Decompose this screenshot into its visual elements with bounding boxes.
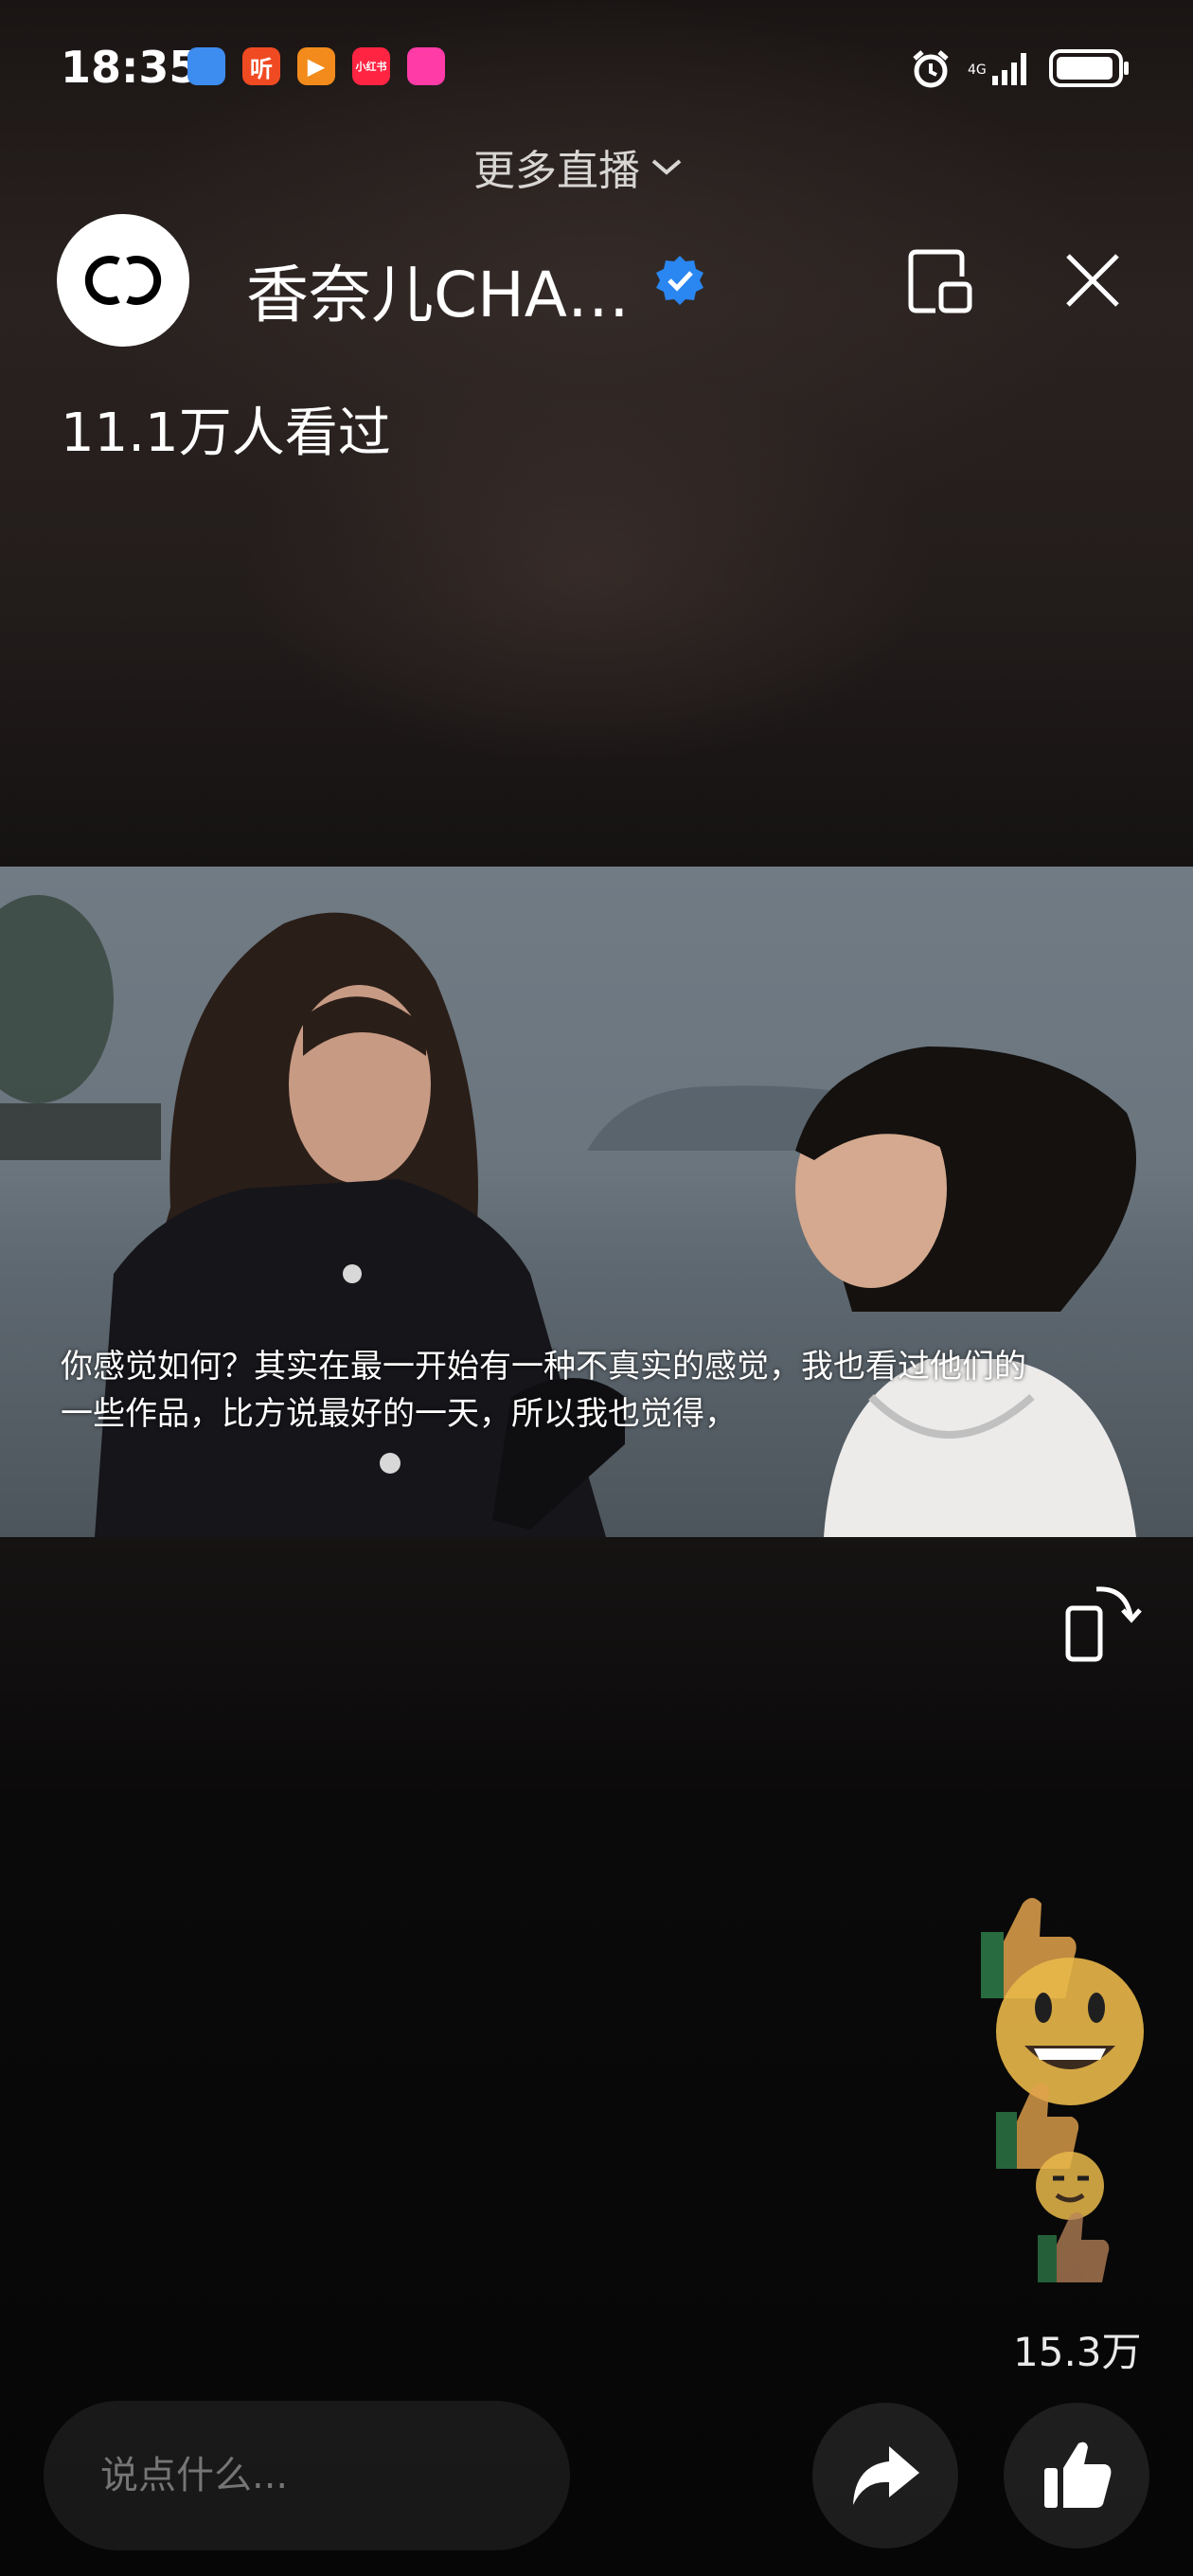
subtitle-line-1: 你感觉如何？其实在最一开始有一种不真实的感觉，我也看过他们的 (61, 1348, 1026, 1386)
channel-avatar[interactable] (57, 214, 189, 347)
chevron-down-icon (651, 159, 682, 175)
share-button[interactable] (812, 2403, 958, 2549)
winking-face-icon (1036, 2152, 1104, 2220)
verified-icon (656, 256, 703, 305)
rotate-screen-button[interactable] (1059, 1582, 1144, 1667)
picture-in-picture-button[interactable] (907, 248, 975, 316)
floating-reactions (981, 1898, 1144, 2282)
listen-app-badge: 听 (242, 47, 280, 85)
svg-text:4G: 4G (968, 63, 987, 78)
like-button[interactable] (1004, 2403, 1149, 2549)
more-live-dropdown[interactable]: 更多直播 (473, 136, 684, 197)
grinning-face-icon (996, 1958, 1144, 2105)
video-subtitle: 你感觉如何？其实在最一开始有一种不真实的感觉，我也看过他们的 一些作品，比方说最… (61, 1343, 1140, 1438)
thumbs-up-icon (1038, 2212, 1110, 2282)
xiaohongshu-app-badge: 小红书 (352, 47, 390, 85)
thumbs-up-icon (1044, 2442, 1112, 2508)
channel-name[interactable]: 香奈儿CHA… (246, 244, 630, 335)
close-icon[interactable] (1062, 250, 1123, 311)
subtitle-line-2: 一些作品，比方说最好的一天，所以我也觉得， (61, 1395, 737, 1433)
status-time: 18:35 (61, 42, 200, 93)
video-app-badge: ▶ (297, 47, 335, 85)
viewer-count: 11.1万人看过 (61, 402, 391, 464)
likes-count: 15.3万 (1013, 2329, 1142, 2375)
share-icon (853, 2446, 919, 2505)
more-live-label: 更多直播 (473, 147, 640, 195)
chanel-logo-icon (84, 256, 162, 305)
shopping-app-badge (407, 47, 445, 85)
battery-icon (1049, 49, 1129, 87)
browser-app-badge (187, 47, 225, 85)
comment-input[interactable] (44, 2401, 570, 2550)
signal-icon: 4G (968, 53, 1026, 85)
alarm-icon (913, 50, 949, 88)
